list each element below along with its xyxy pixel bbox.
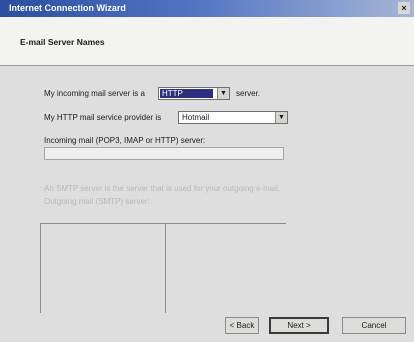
outgoing-info-text: An SMTP server is the server that is use… xyxy=(44,184,280,193)
provider-value: Hotmail xyxy=(182,113,210,122)
provider-label: My HTTP mail service provider is xyxy=(44,113,162,122)
divider xyxy=(40,223,286,224)
page-title: E-mail Server Names xyxy=(20,37,105,47)
incoming-type-prefix: My incoming mail server is a xyxy=(44,89,145,98)
close-icon[interactable]: × xyxy=(398,2,410,14)
window-title: Internet Connection Wizard xyxy=(9,3,126,13)
cancel-button[interactable]: Cancel xyxy=(342,317,406,334)
divider xyxy=(165,223,166,313)
next-button[interactable]: Next > xyxy=(269,317,329,334)
incoming-type-suffix: server. xyxy=(236,89,261,98)
provider-select[interactable]: Hotmail ▼ xyxy=(178,111,288,124)
divider xyxy=(40,223,41,313)
incoming-server-input[interactable] xyxy=(44,147,284,160)
back-button[interactable]: < Back xyxy=(225,317,259,334)
wizard-body: My incoming mail server is a HTTP ▼ serv… xyxy=(0,66,414,342)
chevron-down-icon[interactable]: ▼ xyxy=(275,112,287,123)
chevron-down-icon[interactable]: ▼ xyxy=(217,88,229,99)
incoming-server-type-select[interactable]: HTTP ▼ xyxy=(158,87,230,100)
title-bar: Internet Connection Wizard × xyxy=(0,0,414,17)
header-band: E-mail Server Names xyxy=(0,17,414,66)
outgoing-server-label: Outgoing mail (SMTP) server: xyxy=(44,197,150,206)
incoming-server-type-value: HTTP xyxy=(160,89,213,98)
incoming-server-label: Incoming mail (POP3, IMAP or HTTP) serve… xyxy=(44,136,206,145)
